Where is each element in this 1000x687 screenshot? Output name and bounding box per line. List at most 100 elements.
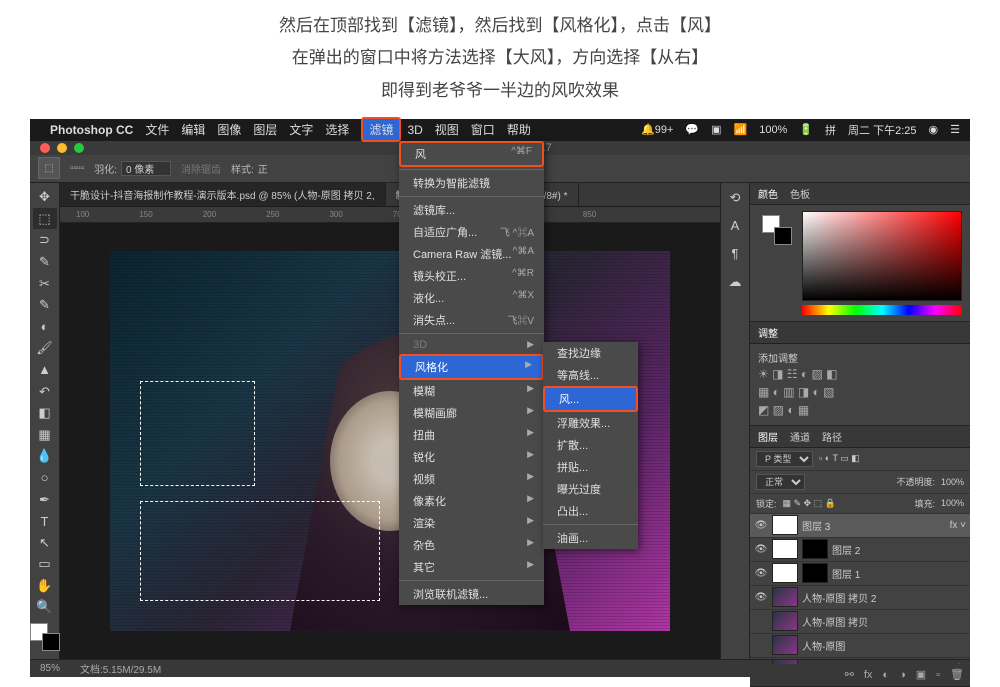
ime-indicator[interactable]: 拼 <box>825 122 836 138</box>
menu-type[interactable]: 文字 <box>289 121 313 138</box>
visibility-icon[interactable]: 👁 <box>754 592 768 603</box>
filter-camera-raw[interactable]: Camera Raw 滤镜...^⌘A <box>399 243 544 265</box>
quicktime-icon[interactable]: ▣ <box>711 123 721 136</box>
feather-input[interactable] <box>121 161 171 176</box>
filter-cat-sharpen[interactable]: 锐化▶ <box>399 446 544 468</box>
eyedropper-tool[interactable]: ✎ <box>33 295 57 316</box>
tool-preset-icon[interactable]: ⬚ <box>38 157 60 179</box>
shape-tool[interactable]: ▭ <box>33 554 57 575</box>
libraries-icon[interactable]: ☁ <box>723 271 747 293</box>
menu-view[interactable]: 视图 <box>435 121 459 138</box>
adjustment-icons[interactable]: ◩ ▨ ◐ ▦ <box>758 401 962 419</box>
zoom-tool[interactable]: 🔍 <box>33 597 57 618</box>
stylize-emboss[interactable]: 浮雕效果... <box>543 412 638 434</box>
filter-vanishing[interactable]: 消失点...飞⌘V <box>399 309 544 331</box>
layer-filter[interactable]: P 类型 <box>756 451 813 467</box>
paths-tab[interactable]: 路径 <box>822 429 842 444</box>
menu-select[interactable]: 选择 <box>325 121 349 138</box>
filter-cat-blurgallery[interactable]: 模糊画廊▶ <box>399 402 544 424</box>
siri-icon[interactable]: ◉ <box>929 123 939 136</box>
layer-row[interactable]: 👁背景🔒 <box>750 658 970 664</box>
menu-filter[interactable]: 滤镜 <box>361 117 401 142</box>
para-panel-icon[interactable]: ¶ <box>723 243 747 265</box>
color-picker[interactable] <box>802 211 962 301</box>
path-tool[interactable]: ↖ <box>33 532 57 553</box>
lasso-tool[interactable]: ⊃ <box>33 230 57 251</box>
layer-row[interactable]: 👁图层 1 <box>750 562 970 586</box>
link-icon[interactable]: ⚯ <box>845 668 854 681</box>
fill-value[interactable]: 100% <box>941 498 964 508</box>
menu-image[interactable]: 图像 <box>217 121 241 138</box>
menu-layer[interactable]: 图层 <box>253 121 277 138</box>
brush-tool[interactable]: 🖌 <box>33 338 57 359</box>
stylize-findedges[interactable]: 查找边缘 <box>543 342 638 364</box>
layer-row[interactable]: 👁图层 2 <box>750 538 970 562</box>
marquee-mode-icons[interactable]: ▫▫▫▫ <box>70 163 84 174</box>
menu-file[interactable]: 文件 <box>145 121 169 138</box>
antialias-checkbox[interactable]: 消除锯齿 <box>181 161 221 176</box>
filter-cat-distort[interactable]: 扭曲▶ <box>399 424 544 446</box>
hue-slider[interactable] <box>802 305 962 315</box>
blur-tool[interactable]: 💧 <box>33 446 57 467</box>
zoom-level[interactable]: 85% <box>40 663 60 674</box>
color-fgbg[interactable] <box>762 215 792 245</box>
dodge-tool[interactable]: ○ <box>33 468 57 489</box>
stylize-diffuse[interactable]: 扩散... <box>543 434 638 456</box>
eraser-tool[interactable]: ◧ <box>33 403 57 424</box>
visibility-icon[interactable]: 👁 <box>754 568 768 579</box>
stamp-tool[interactable]: ▲ <box>33 360 57 381</box>
filter-cat-video[interactable]: 视频▶ <box>399 468 544 490</box>
mask-icon[interactable]: ◐ <box>882 669 889 681</box>
doc-size[interactable]: 文档:5.15M/29.5M <box>80 661 161 676</box>
notification-badge[interactable]: 🔔99+ <box>641 123 673 136</box>
close-button[interactable] <box>40 143 50 153</box>
crop-tool[interactable]: ✂ <box>33 273 57 294</box>
heal-tool[interactable]: ◐ <box>33 316 57 337</box>
filter-browse[interactable]: 浏览联机滤镜... <box>399 583 544 605</box>
new-layer-icon[interactable]: ▫ <box>936 669 940 681</box>
stylize-oilpaint[interactable]: 油画... <box>543 527 638 549</box>
filter-cat-stylize[interactable]: 风格化▶ <box>399 354 544 380</box>
wechat-icon[interactable]: 💬 <box>685 123 699 136</box>
document-tab[interactable]: 干脆设计-抖音海报制作教程-演示版本.psd @ 85% (人物-原图 拷贝 2… <box>60 183 386 206</box>
menu-edit[interactable]: 编辑 <box>181 121 205 138</box>
maximize-button[interactable] <box>74 143 84 153</box>
spotlight-icon[interactable]: ☰ <box>950 123 960 136</box>
visibility-icon[interactable]: 👁 <box>754 520 768 531</box>
visibility-icon[interactable]: 👁 <box>754 544 768 555</box>
stylize-extrude[interactable]: 凸出... <box>543 500 638 522</box>
layer-row[interactable]: 👁人物-原图 拷贝 2 <box>750 586 970 610</box>
stylize-contour[interactable]: 等高线... <box>543 364 638 386</box>
history-panel-icon[interactable]: ⟲ <box>723 187 747 209</box>
battery-status[interactable]: 100% <box>759 124 787 136</box>
group-icon[interactable]: ▣ <box>916 668 926 681</box>
adjustment-icons[interactable]: ☀ ◨ ☷ ◐ ▨ ◧ <box>758 365 962 383</box>
pen-tool[interactable]: ✒ <box>33 489 57 510</box>
filter-cat-pixelate[interactable]: 像素化▶ <box>399 490 544 512</box>
filter-cat-blur[interactable]: 模糊▶ <box>399 380 544 402</box>
hand-tool[interactable]: ✋ <box>33 576 57 597</box>
minimize-button[interactable] <box>57 143 67 153</box>
layer-row[interactable]: 人物-原图 拷贝 <box>750 610 970 634</box>
adjustment-icons[interactable]: ▦ ◐ ▥ ◨ ◐ ▧ <box>758 383 962 401</box>
filter-cat-other[interactable]: 其它▶ <box>399 556 544 578</box>
stylize-tiles[interactable]: 拼贴... <box>543 456 638 478</box>
adjustments-tab[interactable]: 调整 <box>758 325 778 340</box>
wifi-icon[interactable]: 📶 <box>734 123 748 136</box>
adjustment-icon[interactable]: ◑ <box>899 669 906 681</box>
filter-adaptive[interactable]: 自适应广角...飞 ^⌘A <box>399 221 544 243</box>
layer-row[interactable]: 人物-原图 <box>750 634 970 658</box>
blend-mode[interactable]: 正常 <box>756 474 805 490</box>
menu-3d[interactable]: 3D <box>407 123 422 137</box>
fx-icon[interactable]: fx <box>864 669 873 681</box>
char-panel-icon[interactable]: A <box>723 215 747 237</box>
marquee-tool[interactable]: ⬚ <box>33 208 57 229</box>
filter-gallery[interactable]: 滤镜库... <box>399 199 544 221</box>
filter-smart[interactable]: 转换为智能滤镜 <box>399 172 544 194</box>
opacity-value[interactable]: 100% <box>941 477 964 487</box>
type-tool[interactable]: T <box>33 511 57 532</box>
quickselect-tool[interactable]: ✎ <box>33 252 57 273</box>
style-value[interactable]: 正 <box>258 161 268 176</box>
layers-tab[interactable]: 图层 <box>758 429 778 444</box>
filter-lens[interactable]: 镜头校正...^⌘R <box>399 265 544 287</box>
